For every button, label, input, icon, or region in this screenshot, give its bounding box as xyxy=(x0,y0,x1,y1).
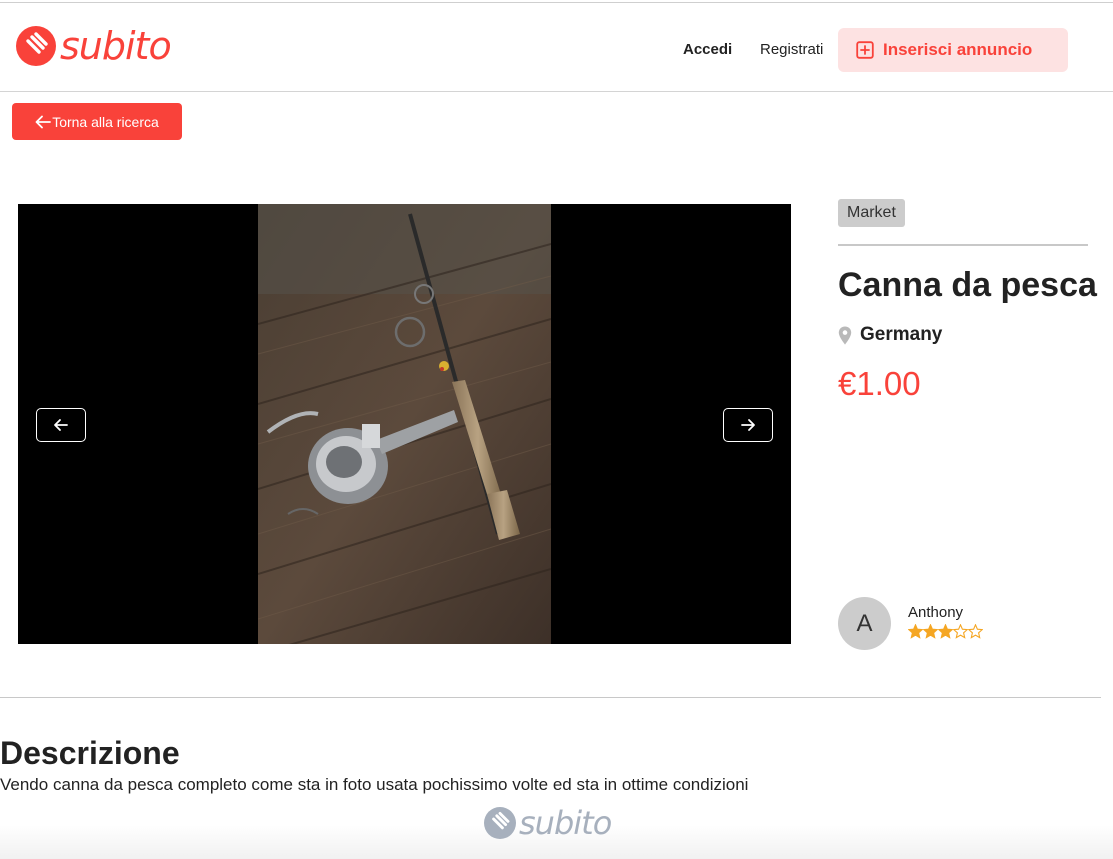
star-icon xyxy=(938,624,953,639)
listing-title: Canna da pesca xyxy=(838,266,1097,304)
info-divider xyxy=(838,244,1088,246)
subito-logo[interactable]: subito xyxy=(16,24,172,68)
section-divider xyxy=(0,697,1101,698)
star-icon xyxy=(908,624,923,639)
map-pin-icon xyxy=(838,326,852,344)
photo-gallery[interactable] xyxy=(18,204,791,644)
description-heading: Descrizione xyxy=(0,735,180,771)
subito-logo-icon xyxy=(16,26,56,66)
logo-text: subito xyxy=(60,24,172,68)
login-link[interactable]: Accedi xyxy=(683,41,732,58)
arrow-left-icon xyxy=(54,419,68,431)
header-divider xyxy=(0,91,1113,92)
location-text: Germany xyxy=(860,324,943,345)
gallery-next-button[interactable] xyxy=(723,408,773,442)
footer-logo-text: subito xyxy=(519,804,612,842)
star-icon xyxy=(923,624,938,639)
gallery-prev-button[interactable] xyxy=(36,408,86,442)
back-button-label: Torna alla ricerca xyxy=(52,113,159,130)
star-icon xyxy=(968,624,983,639)
insert-ad-label: Inserisci annuncio xyxy=(883,40,1033,59)
arrow-left-icon xyxy=(35,115,52,128)
seller-rating xyxy=(908,624,983,639)
description-text: Vendo canna da pesca completo come sta i… xyxy=(0,775,749,794)
seller-avatar[interactable]: A xyxy=(838,597,891,650)
site-header: subito Accedi Registrati Inserisci annun… xyxy=(0,3,1113,91)
plus-square-icon xyxy=(856,41,874,59)
listing-price: €1.00 xyxy=(838,365,921,402)
category-badge[interactable]: Market xyxy=(838,199,905,227)
seller-name[interactable]: Anthony xyxy=(908,604,963,621)
footer-logo: subito xyxy=(484,804,612,842)
arrow-right-icon xyxy=(741,419,755,431)
star-icon xyxy=(953,624,968,639)
listing-photo xyxy=(258,204,551,644)
listing-location: Germany xyxy=(838,324,942,346)
register-link[interactable]: Registrati xyxy=(760,41,823,58)
back-to-search-button[interactable]: Torna alla ricerca xyxy=(12,103,182,140)
subito-logo-icon xyxy=(484,807,516,839)
insert-ad-button[interactable]: Inserisci annuncio xyxy=(838,28,1068,72)
